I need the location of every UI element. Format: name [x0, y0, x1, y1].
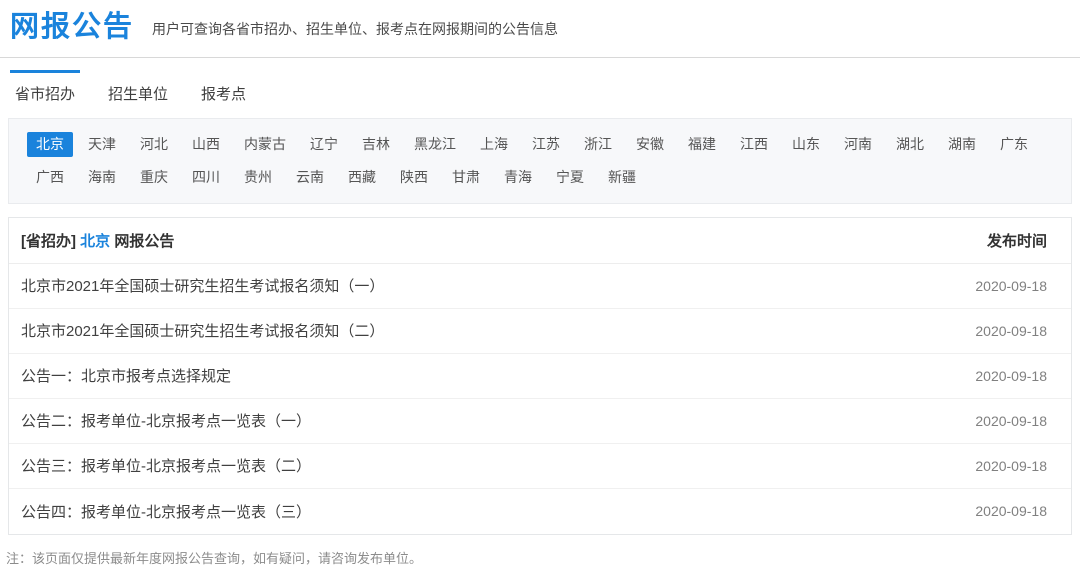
page-footnote: 注：该页面仅提供最新年度网报公告查询，如有疑问，请咨询发布单位。 [6, 548, 1072, 567]
publish-date: 2020-09-18 [975, 413, 1047, 429]
province-link[interactable]: 甘肃 [443, 165, 489, 190]
tab-exam-site[interactable]: 报考点 [196, 70, 251, 116]
board-header-prefix: [省招办] [21, 233, 76, 250]
board-header-region: 北京 [80, 233, 110, 250]
province-link[interactable]: 海南 [79, 165, 125, 190]
province-link[interactable]: 山东 [783, 132, 829, 157]
province-filter-panel: 北京天津河北山西内蒙古辽宁吉林黑龙江上海江苏浙江安徽福建江西山东河南湖北湖南广东… [8, 118, 1072, 204]
board-header: [省招办] 北京 网报公告 发布时间 [9, 218, 1071, 264]
province-link[interactable]: 江苏 [523, 132, 569, 157]
province-link[interactable]: 四川 [183, 165, 229, 190]
board-header-title: [省招办] 北京 网报公告 [21, 230, 174, 251]
province-link[interactable]: 宁夏 [547, 165, 593, 190]
announcement-link[interactable]: 北京市2021年全国硕士研究生招生考试报名须知（一） [21, 275, 384, 296]
announcement-row: 北京市2021年全国硕士研究生招生考试报名须知（一） 2020-09-18 [9, 264, 1071, 309]
province-link[interactable]: 陕西 [391, 165, 437, 190]
header-divider [0, 57, 1080, 58]
publish-time-column-header: 发布时间 [987, 230, 1047, 251]
province-link[interactable]: 广东 [991, 132, 1037, 157]
province-link[interactable]: 上海 [471, 132, 517, 157]
publish-date: 2020-09-18 [975, 368, 1047, 384]
province-link[interactable]: 河南 [835, 132, 881, 157]
announcement-row: 北京市2021年全国硕士研究生招生考试报名须知（二） 2020-09-18 [9, 309, 1071, 354]
tab-enrollment-unit[interactable]: 招生单位 [103, 70, 173, 116]
province-link[interactable]: 吉林 [353, 132, 399, 157]
announcement-row: 公告四：报考单位-北京报考点一览表（三） 2020-09-18 [9, 489, 1071, 534]
province-link[interactable]: 贵州 [235, 165, 281, 190]
province-link[interactable]: 西藏 [339, 165, 385, 190]
province-link[interactable]: 北京 [27, 132, 73, 157]
province-link[interactable]: 浙江 [575, 132, 621, 157]
province-link[interactable]: 山西 [183, 132, 229, 157]
tab-bar: 省市招办 招生单位 报考点 [0, 70, 1080, 116]
announcement-page: 网报公告 用户可查询各省市招办、招生单位、报考点在网报期间的公告信息 省市招办 … [0, 0, 1080, 586]
announcement-link[interactable]: 公告三：报考单位-北京报考点一览表（二） [21, 455, 311, 476]
province-link[interactable]: 湖南 [939, 132, 985, 157]
announcement-link[interactable]: 北京市2021年全国硕士研究生招生考试报名须知（二） [21, 320, 384, 341]
province-link[interactable]: 江西 [731, 132, 777, 157]
province-link[interactable]: 天津 [79, 132, 125, 157]
publish-date: 2020-09-18 [975, 503, 1047, 519]
page-subtitle: 用户可查询各省市招办、招生单位、报考点在网报期间的公告信息 [152, 19, 558, 44]
province-link[interactable]: 福建 [679, 132, 725, 157]
announcement-board: [省招办] 北京 网报公告 发布时间 北京市2021年全国硕士研究生招生考试报名… [8, 217, 1072, 535]
province-link[interactable]: 内蒙古 [235, 132, 295, 157]
province-link[interactable]: 重庆 [131, 165, 177, 190]
announcement-list: 北京市2021年全国硕士研究生招生考试报名须知（一） 2020-09-18 北京… [9, 264, 1071, 534]
province-link[interactable]: 河北 [131, 132, 177, 157]
board-header-suffix: 网报公告 [114, 233, 174, 250]
province-link[interactable]: 新疆 [599, 165, 645, 190]
announcement-link[interactable]: 公告四：报考单位-北京报考点一览表（三） [21, 501, 311, 522]
announcement-link[interactable]: 公告一：北京市报考点选择规定 [21, 365, 231, 386]
province-link[interactable]: 辽宁 [301, 132, 347, 157]
page-header: 网报公告 用户可查询各省市招办、招生单位、报考点在网报期间的公告信息 [0, 0, 1080, 44]
announcement-row: 公告三：报考单位-北京报考点一览表（二） 2020-09-18 [9, 444, 1071, 489]
province-link[interactable]: 湖北 [887, 132, 933, 157]
province-link[interactable]: 安徽 [627, 132, 673, 157]
province-link[interactable]: 广西 [27, 165, 73, 190]
announcement-row: 公告二：报考单位-北京报考点一览表（一） 2020-09-18 [9, 399, 1071, 444]
tab-provincial-admissions[interactable]: 省市招办 [10, 70, 80, 116]
announcement-link[interactable]: 公告二：报考单位-北京报考点一览表（一） [21, 410, 311, 431]
province-link[interactable]: 云南 [287, 165, 333, 190]
publish-date: 2020-09-18 [975, 458, 1047, 474]
province-link[interactable]: 黑龙江 [405, 132, 465, 157]
publish-date: 2020-09-18 [975, 278, 1047, 294]
publish-date: 2020-09-18 [975, 323, 1047, 339]
province-link[interactable]: 青海 [495, 165, 541, 190]
page-title: 网报公告 [10, 12, 134, 44]
announcement-row: 公告一：北京市报考点选择规定 2020-09-18 [9, 354, 1071, 399]
